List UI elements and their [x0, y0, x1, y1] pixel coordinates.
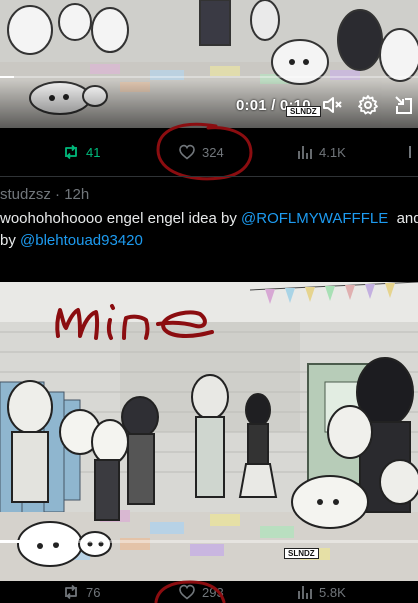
post2-meta: studzsz · 12h [0, 186, 89, 203]
settings-gear-icon[interactable] [357, 94, 379, 116]
mention-link[interactable]: @blehtouad93420 [20, 232, 143, 249]
views-chart-icon [298, 146, 312, 159]
views-count: 5.8K [319, 584, 346, 600]
author-handle[interactable]: studzsz [0, 186, 51, 203]
video-watermark: SLNDZ [284, 548, 319, 559]
repost-count: 76 [86, 584, 101, 600]
views-button[interactable]: 4.1K [297, 128, 346, 176]
views-count: 4.1K [319, 144, 346, 160]
video-player-2[interactable]: mine SLNDZ [0, 282, 418, 602]
post-text: by [0, 232, 21, 249]
repost-icon [65, 584, 77, 600]
repost-count: 41 [86, 144, 101, 160]
share-icon [409, 146, 411, 158]
post-text: and [396, 210, 418, 227]
video-player-1[interactable]: 0:01 / 0:10 SLNDZ [0, 0, 418, 128]
volume-muted-icon[interactable] [321, 94, 343, 116]
views-button[interactable]: 5.8K [297, 581, 346, 603]
repost-button[interactable]: 41 [62, 128, 100, 176]
post-time[interactable]: 12h [64, 186, 89, 203]
repost-icon [65, 144, 77, 160]
handwritten-annotation: mine [2, 284, 4, 285]
video-frame-1 [0, 0, 418, 128]
post-text: woohohohoooo engel engel idea by [0, 210, 242, 227]
post2-text-line1: woohohohoooo engel engel idea by @ROFLMY… [0, 210, 418, 227]
post2-text-line2: by @blehtouad93420 [0, 232, 143, 249]
repost-button[interactable]: 76 [62, 581, 100, 603]
post-divider [0, 176, 418, 177]
post1-action-bar: 41 324 4.1K [0, 122, 418, 181]
mention-link[interactable]: @ROFLMYWAFFFLE [241, 210, 388, 227]
red-circle-annotation [154, 580, 226, 603]
meta-separator: · [55, 186, 61, 203]
video-frame-2 [0, 282, 418, 602]
video-watermark: SLNDZ [286, 106, 321, 117]
views-chart-icon [298, 586, 312, 599]
share-button[interactable] [408, 128, 418, 176]
fullscreen-exit-icon[interactable] [393, 94, 415, 116]
